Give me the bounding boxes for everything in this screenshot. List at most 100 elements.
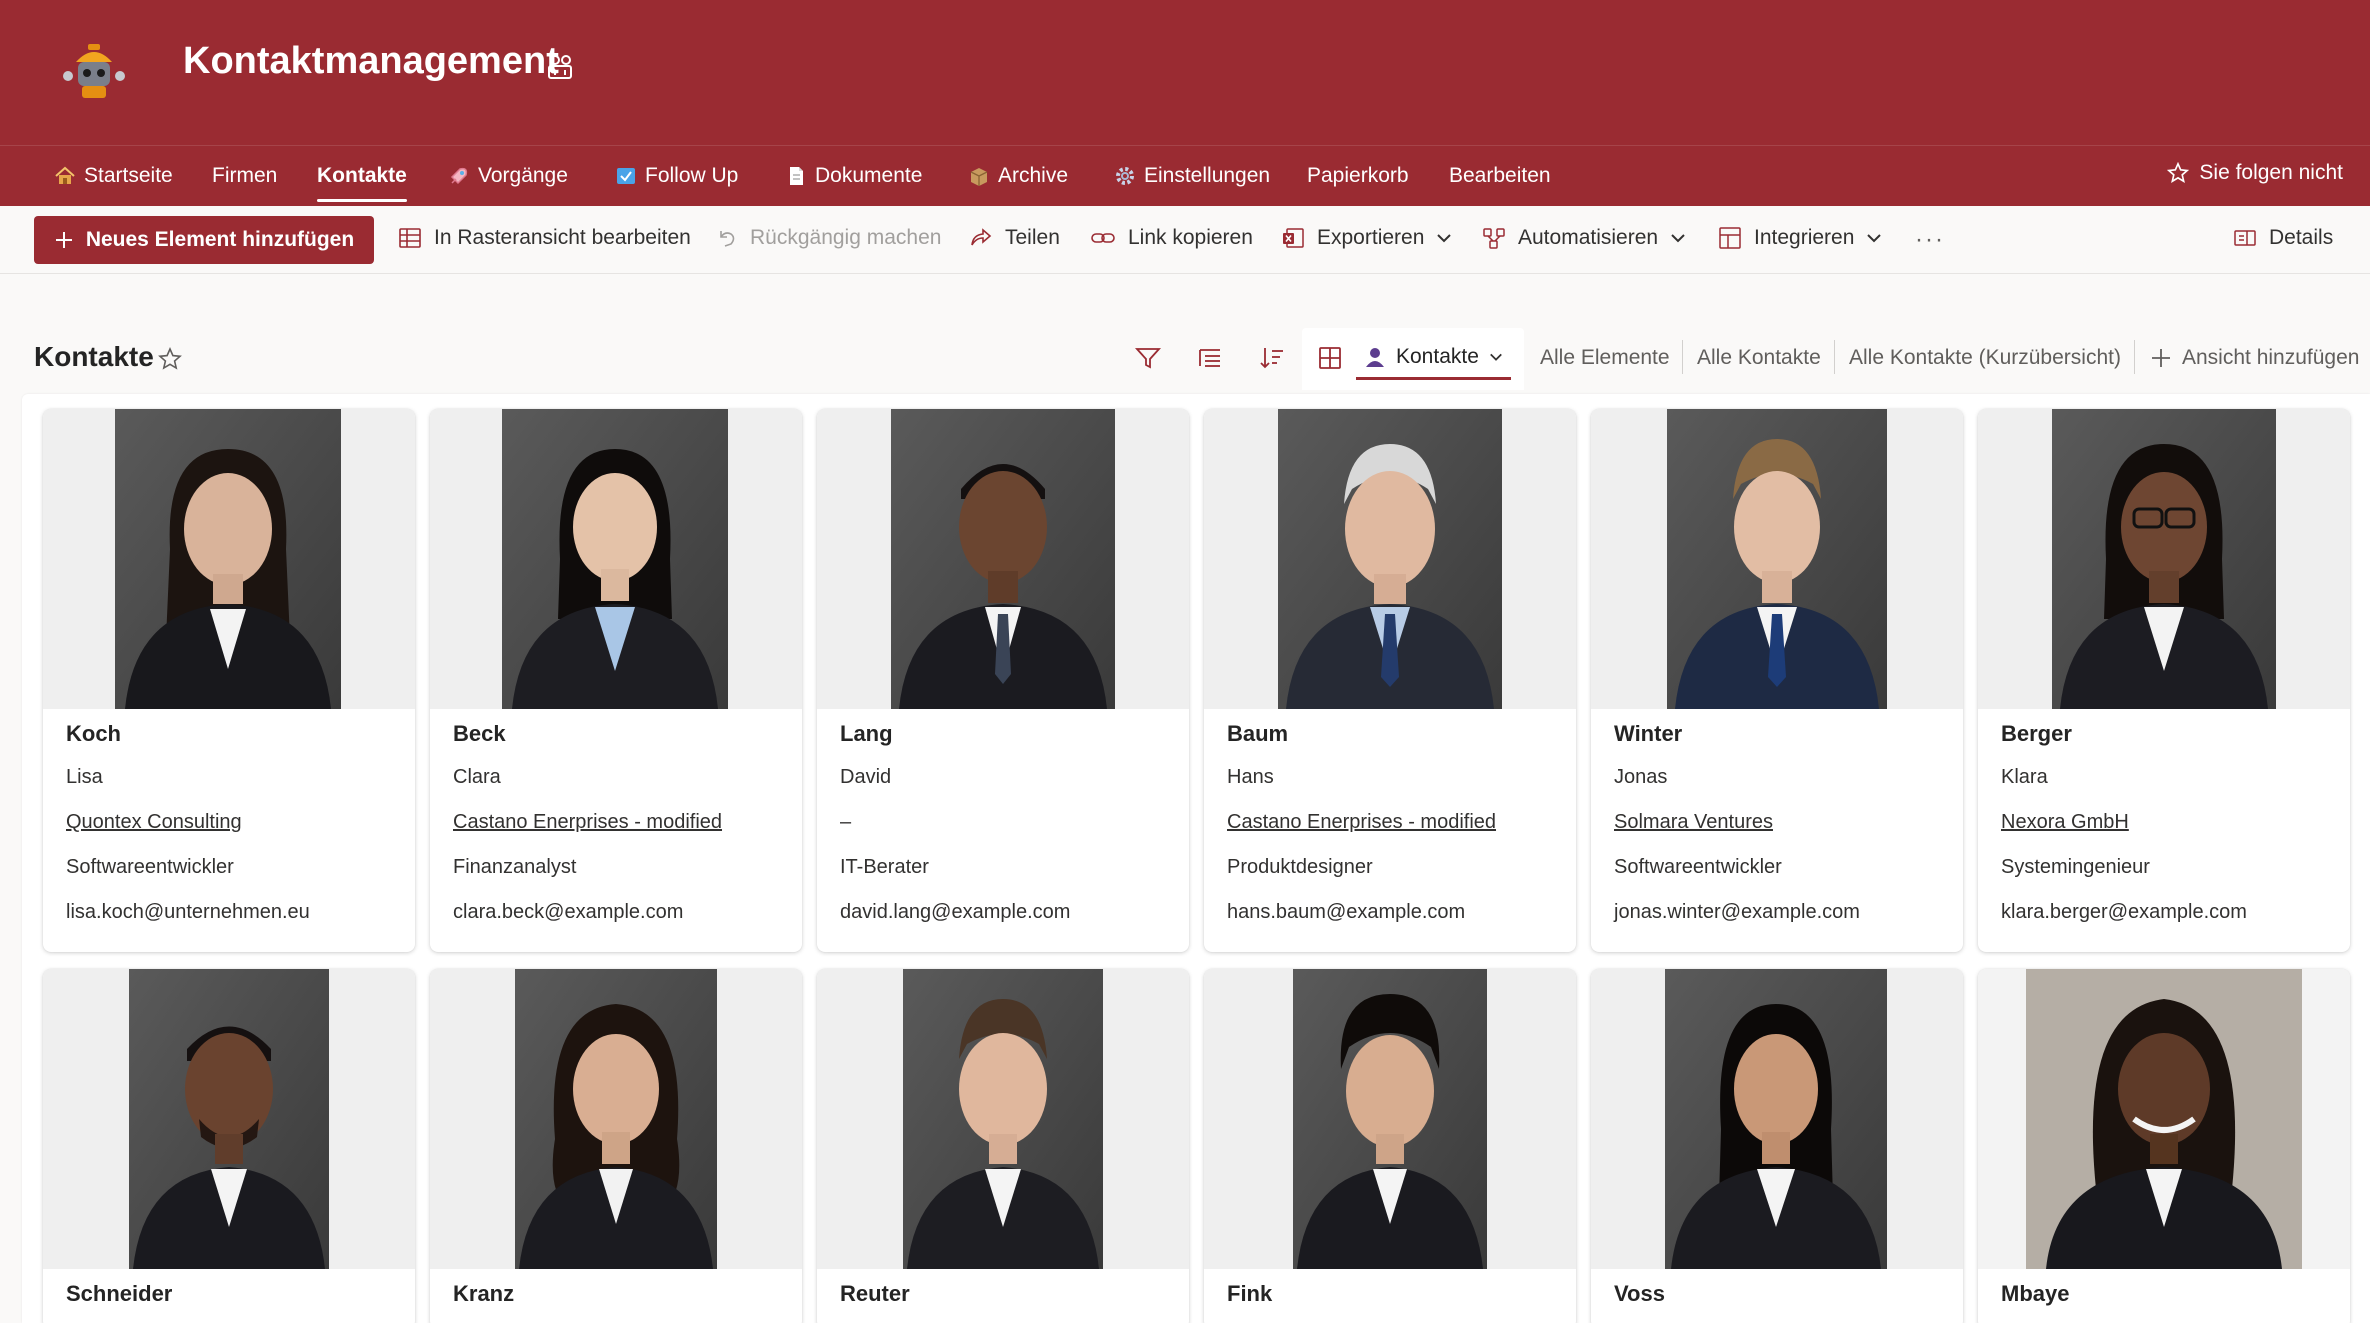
nav-item-kontakte[interactable]: Kontakte (317, 160, 407, 202)
portrait-image (2026, 969, 2302, 1269)
copy-link-label: Link kopieren (1128, 226, 1253, 249)
portrait-image (1665, 969, 1887, 1269)
contact-last-name: Baum (1227, 721, 1289, 746)
contact-last-name: Beck (453, 721, 506, 746)
plus-icon (2152, 349, 2170, 367)
contact-email: david.lang@example.com (840, 901, 1071, 923)
export-label: Exportieren (1317, 226, 1425, 249)
grid-icon (399, 228, 421, 248)
portrait-image (2052, 409, 2276, 709)
contact-company-link[interactable]: Castano Enerprises - modified (1227, 811, 1496, 834)
contact-card[interactable]: Lang David – IT-Berater david.lang@examp… (817, 409, 1189, 952)
nav-label: Startseite (84, 164, 173, 187)
layout-icon[interactable] (1316, 344, 1344, 372)
add-view-button[interactable]: Ansicht hinzufügen (2150, 346, 2359, 370)
contact-role: Finanzanalyst (453, 856, 577, 878)
contact-last-name: Kranz (453, 1281, 515, 1306)
group-by-icon[interactable] (1196, 344, 1224, 372)
top-navigation: Startseite Firmen Kontakte Vorgänge Foll… (0, 145, 2370, 206)
contact-email: lisa.koch@unternehmen.eu (66, 901, 310, 923)
site-title[interactable]: Kontaktmanagement (183, 40, 559, 83)
nav-item-archive[interactable]: Archive (968, 160, 1068, 192)
contact-card[interactable]: Mbaye (1978, 969, 2350, 1323)
follow-label: Sie folgen nicht (2199, 161, 2343, 184)
details-pane-icon (2234, 230, 2256, 246)
contact-last-name: Winter (1614, 721, 1683, 746)
export-button[interactable]: Exportieren (1281, 226, 1452, 250)
new-item-button[interactable]: Neues Element hinzufügen (34, 216, 374, 264)
nav-label: Firmen (212, 164, 278, 187)
contact-email: klara.berger@example.com (2001, 901, 2247, 923)
contact-company-link[interactable]: Nexora GmbH (2001, 811, 2129, 834)
contact-last-name: Lang (840, 721, 893, 746)
star-icon (2167, 162, 2190, 183)
contact-role: Produktdesigner (1227, 856, 1373, 878)
nav-item-vorgaenge[interactable]: Vorgänge (448, 160, 568, 192)
people-settings-icon[interactable] (546, 54, 574, 80)
more-icon: ··· (1915, 226, 1945, 253)
favorite-star-icon[interactable] (158, 347, 182, 371)
view-tab-alle-kontakte-kurz[interactable]: Alle Kontakte (Kurzübersicht) (1849, 346, 2121, 370)
contact-card[interactable]: Voss (1591, 969, 1963, 1323)
nav-item-dokumente[interactable]: Dokumente (785, 160, 922, 192)
contact-email: jonas.winter@example.com (1614, 901, 1860, 923)
share-button[interactable]: Teilen (969, 226, 1060, 250)
sort-icon[interactable] (1258, 344, 1286, 372)
contact-card[interactable]: Berger Klara Nexora GmbH Systemingenieur… (1978, 409, 2350, 952)
portrait-image (1667, 409, 1887, 709)
contact-role: Systemingenieur (2001, 856, 2150, 878)
contact-email: hans.baum@example.com (1227, 901, 1466, 923)
portrait-image (502, 409, 728, 709)
photo-area (430, 409, 802, 709)
portrait-image (1278, 409, 1502, 709)
details-button[interactable]: Details (2233, 226, 2333, 250)
view-tab-alle-elemente[interactable]: Alle Elemente (1540, 346, 1670, 370)
nav-label: Einstellungen (1144, 164, 1271, 187)
photo-area (817, 409, 1189, 709)
nav-item-firmen[interactable]: Firmen (212, 160, 277, 192)
undo-button[interactable]: Rückgängig machen (716, 226, 941, 250)
nav-item-papierkorb[interactable]: Papierkorb (1307, 160, 1409, 192)
contact-card[interactable]: Fink (1204, 969, 1576, 1323)
nav-item-startseite[interactable]: Startseite (54, 160, 173, 192)
document-icon (785, 165, 807, 187)
nav-item-bearbeiten[interactable]: Bearbeiten (1449, 160, 1551, 192)
share-label: Teilen (1005, 226, 1060, 249)
robot-mascot-icon[interactable] (58, 40, 130, 102)
contact-company-link[interactable]: Solmara Ventures (1614, 811, 1773, 834)
view-tab-alle-kontakte[interactable]: Alle Kontakte (1697, 346, 1821, 370)
photo-area (43, 409, 415, 709)
contact-company-link[interactable]: Quontex Consulting (66, 811, 242, 834)
follow-button[interactable]: Sie folgen nicht (2167, 161, 2343, 185)
grid-edit-button[interactable]: In Rasteransicht bearbeiten (398, 226, 691, 250)
contact-last-name: Mbaye (2001, 1281, 2070, 1306)
integrate-label: Integrieren (1754, 226, 1855, 249)
view-separator (1834, 340, 1835, 374)
integrate-button[interactable]: Integrieren (1718, 226, 1882, 250)
copy-link-button[interactable]: Link kopieren (1090, 226, 1253, 250)
filter-icon[interactable] (1134, 344, 1162, 372)
contact-card[interactable]: Kranz (430, 969, 802, 1323)
contact-role: IT-Berater (840, 856, 929, 878)
contact-card[interactable]: Schneider (43, 969, 415, 1323)
person-icon (1366, 347, 1384, 367)
nav-item-einstellungen[interactable]: Einstellungen (1114, 160, 1270, 192)
contact-card[interactable]: Beck Clara Castano Enerprises - modified… (430, 409, 802, 952)
portrait-image (1293, 969, 1487, 1269)
contact-card[interactable]: Reuter (817, 969, 1189, 1323)
excel-icon (1283, 228, 1304, 248)
contact-card[interactable]: Koch Lisa Quontex Consulting Softwareent… (43, 409, 415, 952)
contact-company-link[interactable]: Castano Enerprises - modified (453, 811, 722, 834)
undo-label: Rückgängig machen (750, 226, 942, 249)
automate-button[interactable]: Automatisieren (1482, 226, 1686, 250)
contact-card[interactable]: Winter Jonas Solmara Ventures Softwareen… (1591, 409, 1963, 952)
contact-first-name: Klara (2001, 766, 2048, 788)
add-view-label: Ansicht hinzufügen (2182, 346, 2360, 369)
details-label: Details (2269, 226, 2334, 249)
more-commands-button[interactable]: ··· (1915, 226, 1945, 254)
nav-label: Bearbeiten (1449, 164, 1551, 187)
nav-item-follow-up[interactable]: Follow Up (615, 160, 738, 192)
nav-label: Papierkorb (1307, 164, 1409, 187)
current-view-selector[interactable]: Kontakte (1356, 336, 1511, 380)
contact-card[interactable]: Baum Hans Castano Enerprises - modified … (1204, 409, 1576, 952)
